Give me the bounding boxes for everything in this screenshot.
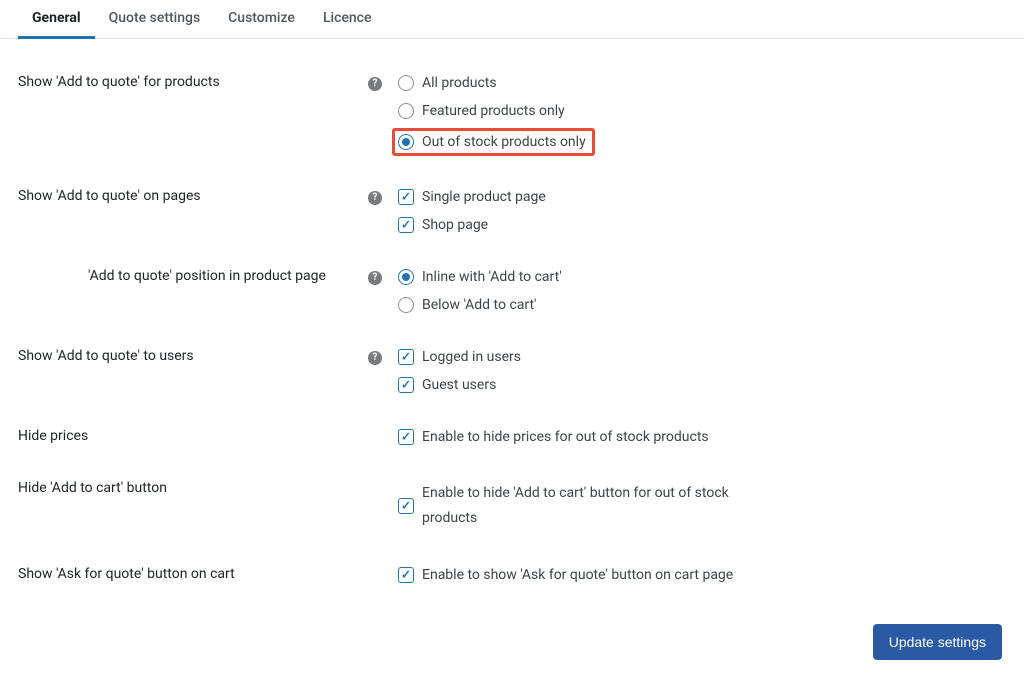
checkbox-logged-in-users[interactable] [398, 349, 414, 365]
tabs: General Quote settings Customize Licence [0, 0, 1024, 39]
help-icon[interactable]: ? [368, 351, 382, 365]
field-show-for-products: Show 'Add to quote' for products ? All p… [18, 57, 1006, 171]
checkbox-label-hide-prices[interactable]: Enable to hide prices for out of stock p… [422, 429, 709, 445]
help-icon[interactable]: ? [368, 191, 382, 205]
checkbox-label-shop-page[interactable]: Shop page [422, 217, 488, 233]
field-show-ask-on-cart: Show 'Ask for quote' button on cart Enab… [18, 549, 1006, 601]
field-show-to-users: Show 'Add to quote' to users ? Logged in… [18, 331, 1006, 411]
tab-customize[interactable]: Customize [214, 0, 309, 38]
tab-licence[interactable]: Licence [309, 0, 386, 38]
tab-quote-settings[interactable]: Quote settings [95, 0, 215, 38]
radio-all-products[interactable] [398, 75, 414, 91]
label-hide-prices: Hide prices [18, 426, 368, 444]
radio-label-all-products[interactable]: All products [422, 75, 497, 91]
radio-label-featured-products[interactable]: Featured products only [422, 103, 565, 119]
radio-featured-products[interactable] [398, 103, 414, 119]
radio-below-add-to-cart[interactable] [398, 297, 414, 313]
checkbox-hide-prices[interactable] [398, 429, 414, 445]
update-settings-button[interactable]: Update settings [873, 624, 1002, 660]
radio-label-inline[interactable]: Inline with 'Add to cart' [422, 269, 562, 285]
checkbox-single-product-page[interactable] [398, 189, 414, 205]
label-show-on-pages: Show 'Add to quote' on pages [18, 186, 368, 204]
field-hide-prices: Hide prices Enable to hide prices for ou… [18, 411, 1006, 463]
field-hide-add-to-cart: Hide 'Add to cart' button Enable to hide… [18, 463, 1006, 549]
label-show-ask-on-cart: Show 'Ask for quote' button on cart [18, 564, 368, 582]
help-icon[interactable]: ? [368, 271, 382, 285]
radio-label-out-of-stock[interactable]: Out of stock products only [422, 134, 586, 150]
highlighted-option: Out of stock products only [392, 128, 595, 156]
tab-general[interactable]: General [18, 0, 95, 39]
label-show-for-products: Show 'Add to quote' for products [18, 72, 368, 90]
checkbox-show-ask-on-cart[interactable] [398, 567, 414, 583]
help-icon[interactable]: ? [368, 77, 382, 91]
radio-out-of-stock-products[interactable] [398, 134, 414, 150]
field-show-on-pages: Show 'Add to quote' on pages ? Single pr… [18, 171, 1006, 251]
field-position: 'Add to quote' position in product page … [18, 251, 1006, 331]
radio-label-below[interactable]: Below 'Add to cart' [422, 297, 537, 313]
checkbox-label-guest[interactable]: Guest users [422, 377, 496, 393]
checkbox-label-logged-in[interactable]: Logged in users [422, 349, 521, 365]
checkbox-shop-page[interactable] [398, 217, 414, 233]
label-hide-add-to-cart: Hide 'Add to cart' button [18, 478, 368, 496]
checkbox-label-show-ask-on-cart[interactable]: Enable to show 'Ask for quote' button on… [422, 567, 733, 583]
radio-inline-add-to-cart[interactable] [398, 269, 414, 285]
checkbox-label-hide-add-to-cart[interactable]: Enable to hide 'Add to cart' button for … [422, 481, 732, 531]
checkbox-hide-add-to-cart[interactable] [398, 498, 414, 514]
settings-form: Show 'Add to quote' for products ? All p… [0, 39, 1024, 681]
label-position: 'Add to quote' position in product page [18, 266, 368, 284]
label-show-to-users: Show 'Add to quote' to users [18, 346, 368, 364]
footer: Update settings [873, 624, 1002, 660]
checkbox-guest-users[interactable] [398, 377, 414, 393]
checkbox-label-single-product[interactable]: Single product page [422, 189, 546, 205]
